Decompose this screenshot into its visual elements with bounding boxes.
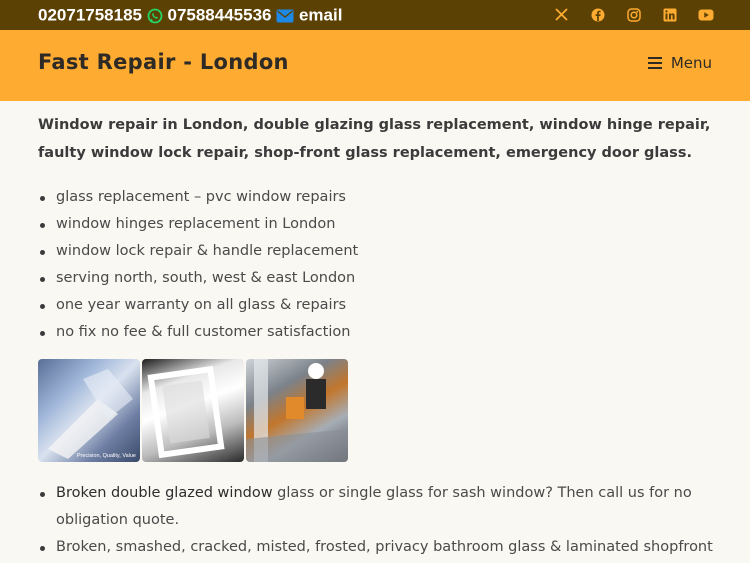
menu-label: Menu bbox=[670, 54, 712, 72]
x-icon[interactable] bbox=[553, 6, 570, 23]
list-item: Broken, smashed, cracked, misted, froste… bbox=[38, 534, 718, 561]
list-item: glass replacement – pvc window repairs bbox=[38, 184, 718, 211]
photo-gallery: Precision, Quality, Value bbox=[38, 359, 348, 462]
social-links bbox=[553, 6, 714, 23]
list-item: Broken double glazed window glass or sin… bbox=[38, 480, 718, 534]
window-frame-photo[interactable] bbox=[142, 359, 244, 462]
intro-paragraph: Window repair in London, double glazing … bbox=[38, 117, 711, 161]
phone-link-2[interactable]: 07588445536 bbox=[167, 6, 271, 25]
list-item: window hinges replacement in London bbox=[38, 211, 718, 238]
phone-link-1[interactable]: 02071758185 bbox=[38, 6, 142, 25]
site-header: Fast Repair - London Menu bbox=[0, 30, 750, 101]
linkedin-icon[interactable] bbox=[661, 6, 678, 23]
youtube-icon[interactable] bbox=[697, 6, 714, 23]
whatsapp-icon[interactable] bbox=[147, 8, 163, 24]
hamburger-icon bbox=[647, 57, 662, 69]
menu-button[interactable]: Menu bbox=[647, 54, 712, 72]
list-item: serving north, south, west & east London bbox=[38, 265, 718, 292]
services-list: Broken double glazed window glass or sin… bbox=[38, 480, 718, 561]
main-content: Window repair in London, double glazing … bbox=[38, 111, 718, 346]
instagram-icon[interactable] bbox=[625, 6, 642, 23]
features-list: glass replacement – pvc window repairs w… bbox=[38, 184, 718, 346]
email-link[interactable]: email bbox=[299, 6, 342, 25]
list-item: one year warranty on all glass & repairs bbox=[38, 292, 718, 319]
list-item: no fix no fee & full customer satisfacti… bbox=[38, 319, 718, 346]
contact-info: 02071758185 07588445536 email bbox=[38, 5, 342, 26]
photo-caption: Precision, Quality, Value bbox=[76, 453, 136, 459]
list-item: window lock repair & handle replacement bbox=[38, 238, 718, 265]
top-bar: 02071758185 07588445536 email bbox=[0, 0, 750, 30]
site-title[interactable]: Fast Repair - London bbox=[38, 50, 289, 74]
service-link[interactable]: Broken double glazed window bbox=[56, 485, 273, 501]
glazier-work-photo[interactable] bbox=[246, 359, 348, 462]
glass-repair-photo[interactable]: Precision, Quality, Value bbox=[38, 359, 140, 462]
email-icon[interactable] bbox=[276, 9, 294, 23]
facebook-icon[interactable] bbox=[589, 6, 606, 23]
